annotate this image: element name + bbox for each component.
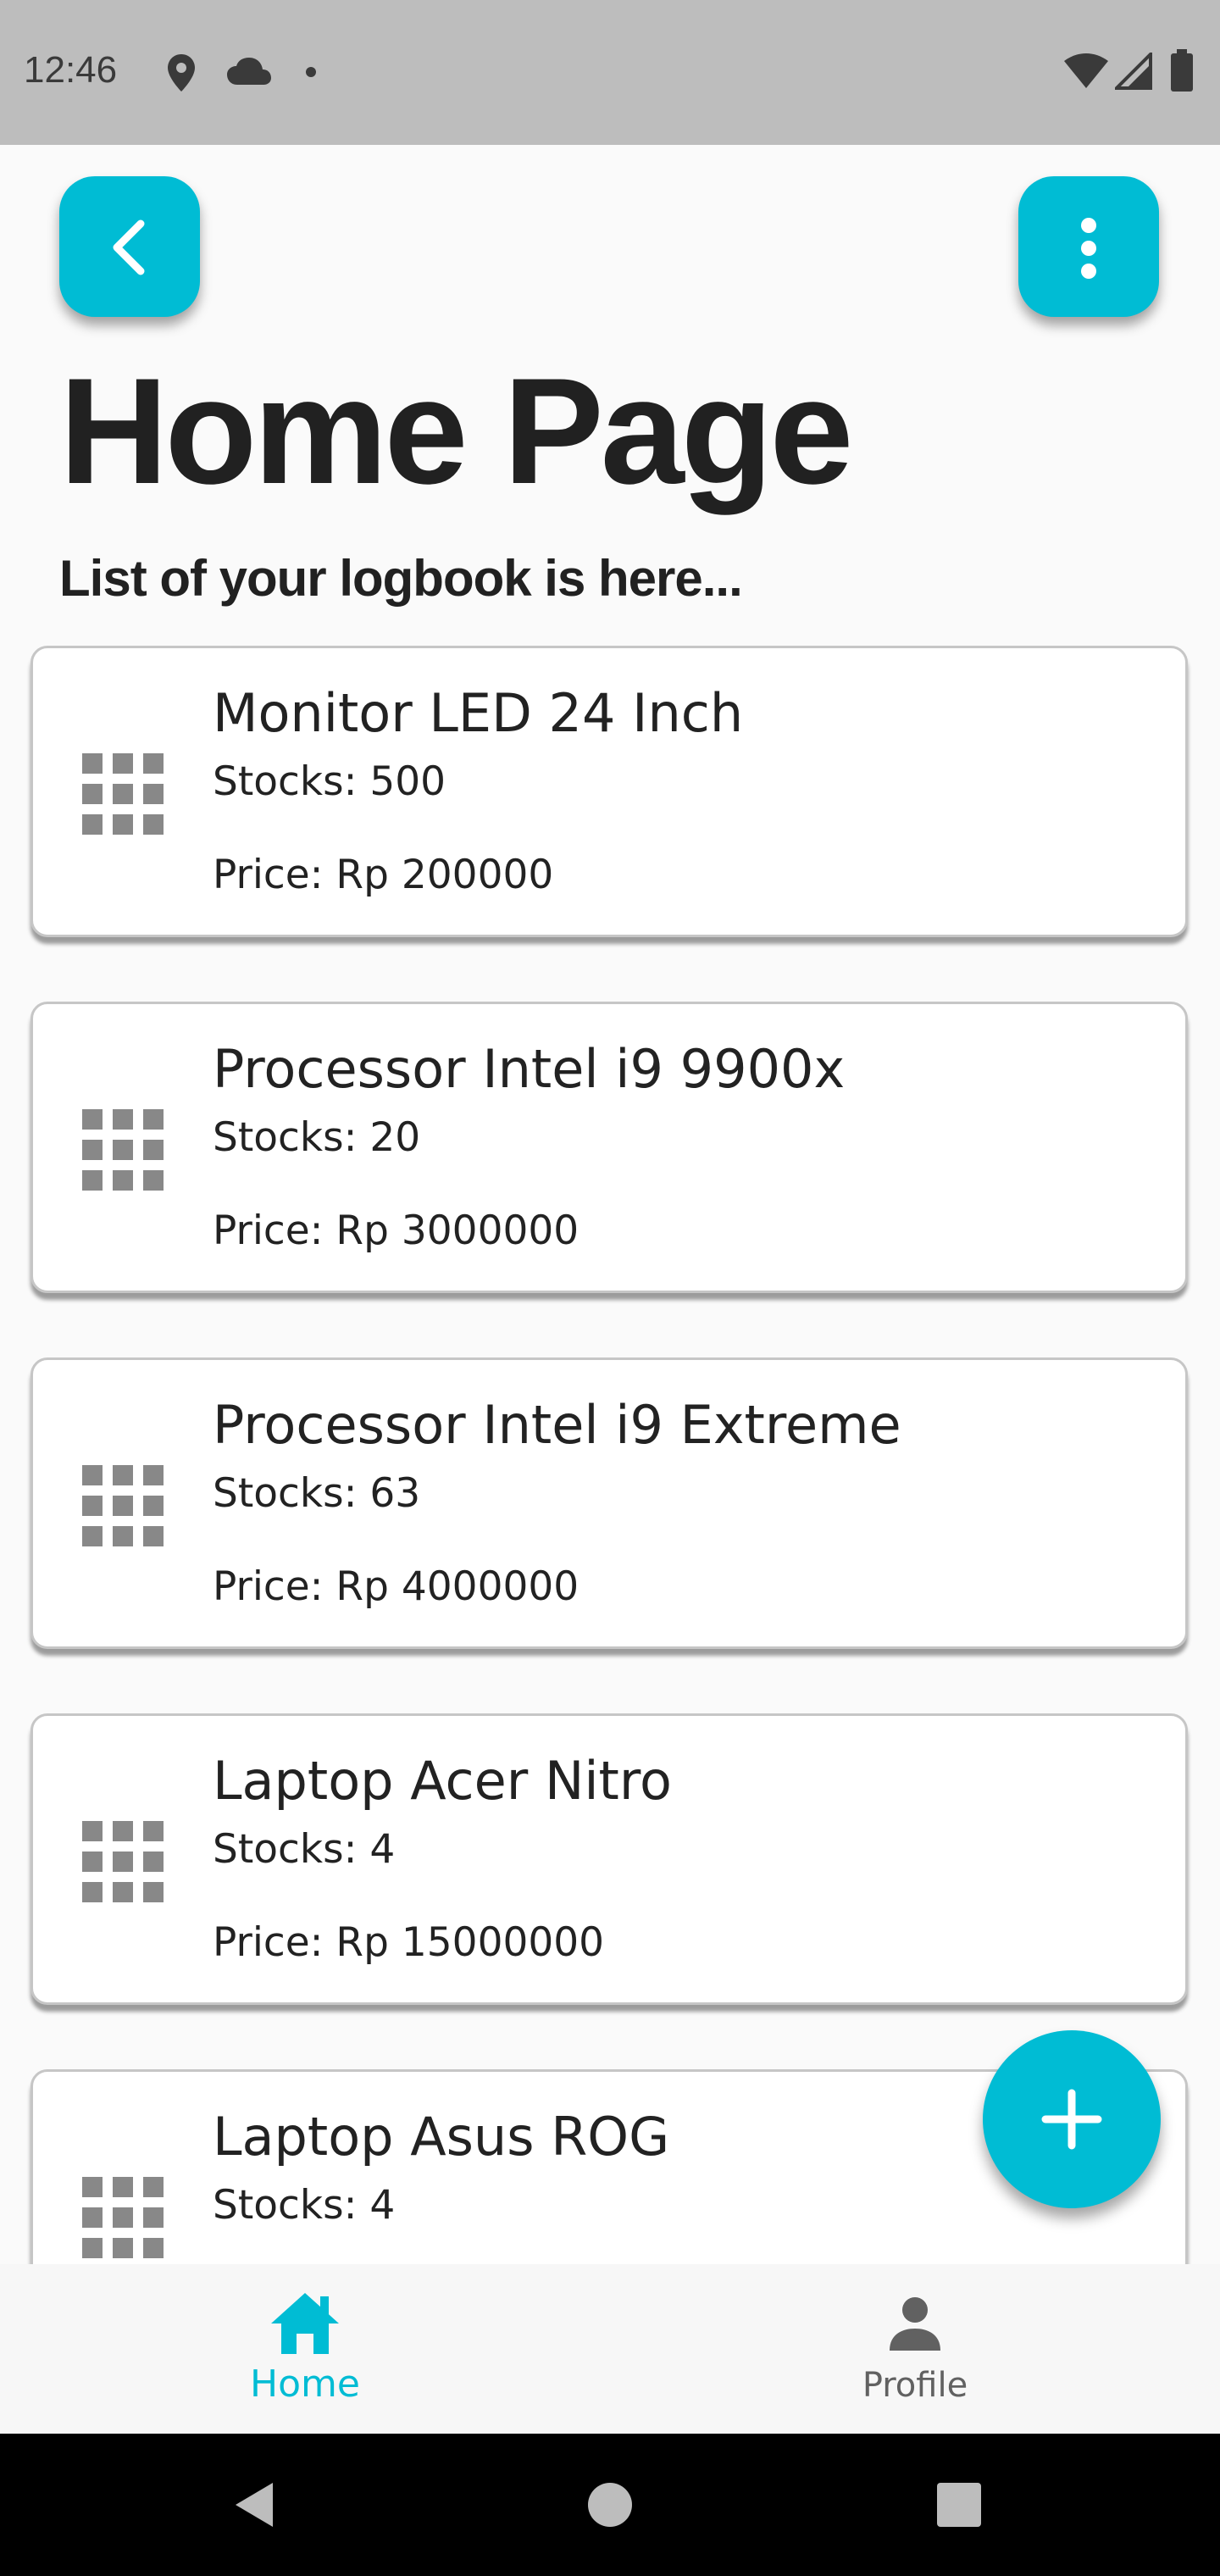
item-price: Price: Rp 15000000 [213,1919,605,1966]
nav-home[interactable]: Home [0,2264,610,2434]
more-vertical-icon [1081,218,1096,279]
item-name: Processor Intel i9 9900x [213,1038,846,1100]
item-card[interactable]: Processor Intel i9 Extreme Stocks: 63 Pr… [30,1357,1188,1649]
signal-icon [1115,53,1152,90]
item-name: Monitor LED 24 Inch [213,682,744,744]
status-time: 12:46 [24,49,118,91]
grid-icon [82,1465,164,1546]
status-bar: 12:46 [0,0,1220,145]
page-title: Home Page [59,347,853,515]
item-stock: Stocks: 4 [213,2182,396,2229]
cloud-icon [227,58,271,85]
more-options-button[interactable] [1018,176,1159,317]
plus-icon [1041,2089,1102,2150]
home-icon [271,2293,339,2354]
battery-icon [1171,49,1193,92]
item-card[interactable]: Laptop Acer Nitro Stocks: 4 Price: Rp 15… [30,1713,1188,2005]
item-price: Price: Rp 3000000 [213,1208,580,1254]
nav-home-label: Home [250,2362,360,2406]
back-triangle-icon[interactable] [230,2479,278,2530]
system-nav-bar [0,2434,1220,2576]
recents-square-icon[interactable] [937,2483,981,2527]
nav-profile-label: Profile [862,2366,968,2405]
item-list[interactable]: Monitor LED 24 Inch Stocks: 500 Price: R… [0,644,1220,2264]
item-card[interactable]: Processor Intel i9 9900x Stocks: 20 Pric… [30,1002,1188,1293]
item-price: Price: Rp 200000 [213,852,554,898]
item-name: Processor Intel i9 Extreme [213,1394,901,1456]
bottom-nav: Home Profile [0,2264,1220,2434]
nav-profile[interactable]: Profile [610,2264,1220,2434]
item-name: Laptop Acer Nitro [213,1750,672,1812]
item-price: Price: Rp 4000000 [213,1563,580,1610]
home-circle-icon[interactable] [586,2481,634,2529]
item-stock: Stocks: 500 [213,758,446,805]
item-stock: Stocks: 20 [213,1114,421,1161]
add-item-button[interactable] [983,2030,1161,2208]
item-card[interactable]: Monitor LED 24 Inch Stocks: 500 Price: R… [30,646,1188,937]
grid-icon [82,753,164,835]
back-button[interactable] [59,176,200,317]
dot-icon [306,67,316,77]
item-name: Laptop Asus ROG [213,2106,670,2168]
person-icon [890,2297,940,2351]
chevron-left-icon [113,219,145,275]
grid-icon [82,2177,164,2258]
wifi-icon [1064,53,1108,88]
item-stock: Stocks: 63 [213,1470,421,1517]
item-stock: Stocks: 4 [213,1826,396,1873]
grid-icon [82,1109,164,1191]
location-icon [168,54,195,92]
page-subtitle: List of your logbook is here... [59,550,743,607]
grid-icon [82,1821,164,1902]
